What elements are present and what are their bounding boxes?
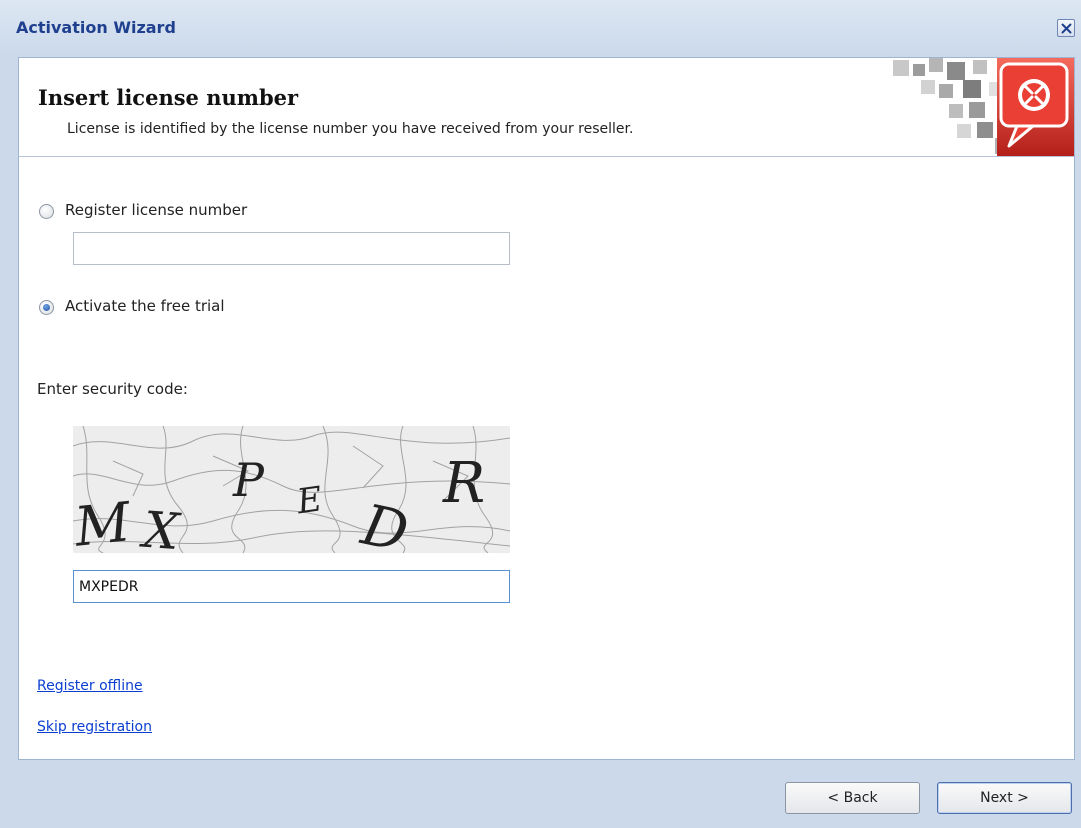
register-license-radio[interactable] — [39, 204, 54, 219]
captcha-image: M X P E D R — [73, 426, 510, 553]
wizard-header: Insert license number License is identif… — [19, 58, 1074, 157]
skip-registration-link[interactable]: Skip registration — [37, 719, 152, 735]
header-decoration — [877, 58, 1074, 156]
wizard-content: Insert license number License is identif… — [18, 57, 1075, 760]
close-button[interactable] — [1057, 19, 1075, 37]
security-code-label: Enter security code: — [37, 380, 188, 398]
page-subtitle: License is identified by the license num… — [67, 121, 634, 137]
window-title: Activation Wizard — [16, 18, 176, 37]
captcha-letter-p: P — [232, 453, 265, 507]
close-icon — [1061, 23, 1072, 34]
back-button[interactable]: < Back — [785, 782, 920, 814]
license-number-input[interactable] — [73, 232, 510, 265]
free-trial-label[interactable]: Activate the free trial — [65, 297, 225, 315]
next-button[interactable]: Next > — [937, 782, 1072, 814]
captcha-letter-r: R — [442, 451, 485, 516]
page-title: Insert license number — [38, 85, 299, 110]
register-offline-link[interactable]: Register offline — [37, 678, 143, 694]
security-code-input[interactable] — [73, 570, 510, 603]
captcha-letter-x: X — [137, 500, 183, 553]
activation-wizard-window: Activation Wizard Insert license number … — [0, 0, 1081, 828]
register-license-label[interactable]: Register license number — [65, 201, 247, 219]
title-bar: Activation Wizard — [0, 0, 1081, 56]
captcha-letter-m: M — [73, 490, 135, 553]
free-trial-radio[interactable] — [39, 300, 54, 315]
